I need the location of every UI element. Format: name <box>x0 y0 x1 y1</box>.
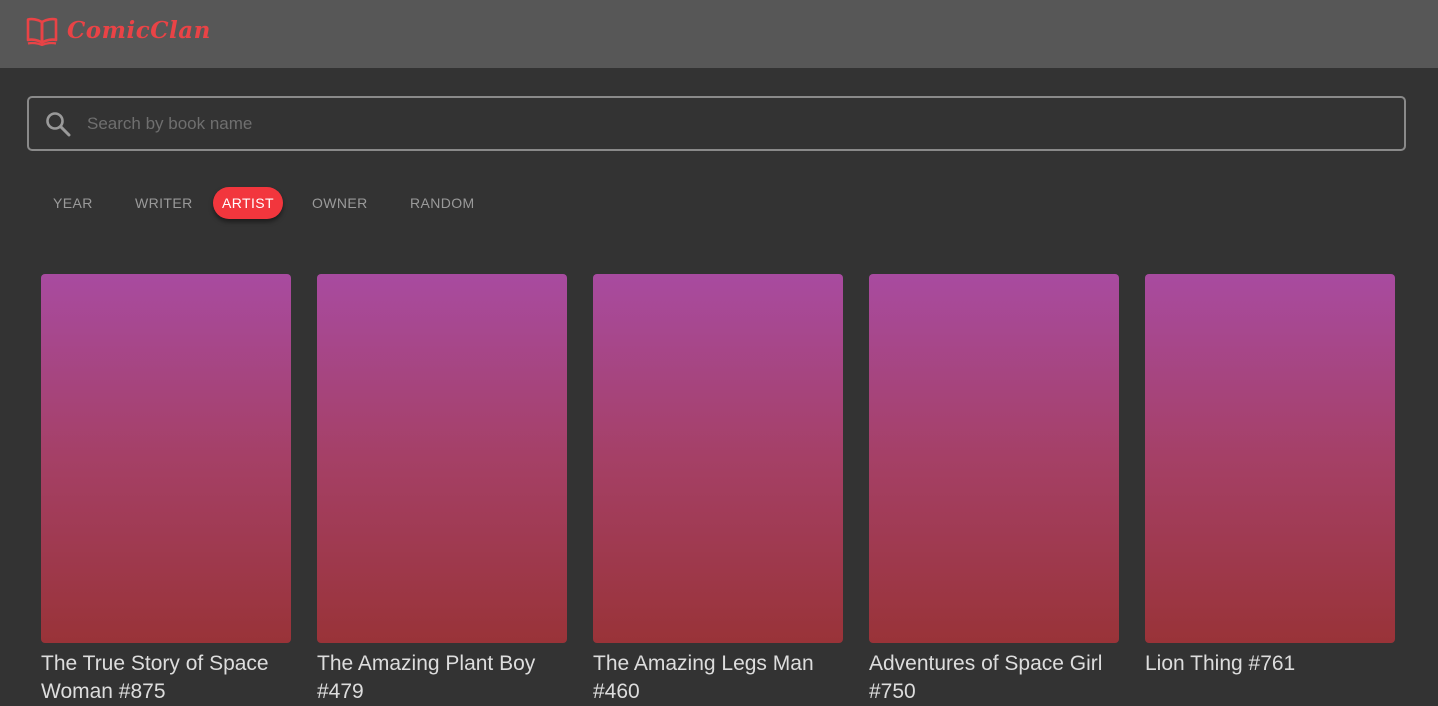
search-box[interactable] <box>27 96 1406 151</box>
book-title[interactable]: Adventures of Space Girl #750 <box>869 650 1119 706</box>
book-cover-image[interactable] <box>1145 274 1395 643</box>
top-app-bar: ComicClan <box>0 0 1438 68</box>
book-cover-image[interactable] <box>317 274 567 643</box>
brand-logo[interactable]: ComicClan <box>26 16 211 46</box>
book-card[interactable]: Adventures of Space Girl #750 <box>869 274 1119 706</box>
sort-filter-chips: YEAR WRITER ARTIST OWNER RANDOM <box>0 187 520 221</box>
filter-chip-writer[interactable]: WRITER <box>126 187 202 219</box>
filter-chip-artist[interactable]: ARTIST <box>213 187 283 219</box>
book-title[interactable]: The Amazing Legs Man #460 <box>593 650 843 706</box>
filter-chip-random[interactable]: RANDOM <box>401 187 484 219</box>
filter-chip-year[interactable]: YEAR <box>44 187 102 219</box>
open-book-icon <box>26 17 58 46</box>
filter-chip-owner[interactable]: OWNER <box>303 187 377 219</box>
book-cover-image[interactable] <box>593 274 843 643</box>
book-title[interactable]: The True Story of Space Woman #875 <box>41 650 291 706</box>
search-icon <box>46 111 71 136</box>
book-cover-image[interactable] <box>41 274 291 643</box>
book-title[interactable]: The Amazing Plant Boy #479 <box>317 650 567 706</box>
book-card[interactable]: The Amazing Legs Man #460 <box>593 274 843 706</box>
book-title[interactable]: Lion Thing #761 <box>1145 650 1395 678</box>
book-card[interactable]: The Amazing Plant Boy #479 <box>317 274 567 706</box>
book-cover-image[interactable] <box>869 274 1119 643</box>
book-card[interactable]: The True Story of Space Woman #875 <box>41 274 291 706</box>
brand-name: ComicClan <box>67 17 211 44</box>
book-card[interactable]: Lion Thing #761 <box>1145 274 1395 678</box>
search-input[interactable] <box>85 97 1404 150</box>
